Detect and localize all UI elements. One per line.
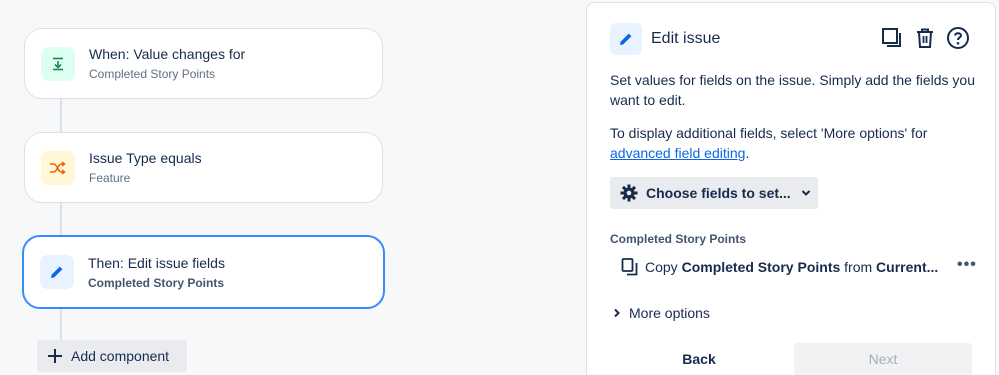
condition-title: Issue Type equals	[89, 150, 202, 166]
trigger-card[interactable]: When: Value changes for Completed Story …	[24, 28, 383, 99]
field-value-text: Copy Completed Story Points from Current…	[645, 259, 945, 275]
advanced-field-editing-link[interactable]: advanced field editing	[610, 145, 745, 161]
field-name: Completed Story Points	[681, 259, 841, 275]
action-subtitle: Completed Story Points	[88, 275, 225, 290]
action-card[interactable]: Then: Edit issue fields Completed Story …	[22, 235, 385, 309]
field-value-row[interactable]: Copy Completed Story Points from Current…	[621, 256, 981, 278]
panel-description-more: To display additional fields, select 'Mo…	[610, 123, 980, 163]
condition-card[interactable]: Issue Type equals Feature	[24, 132, 383, 203]
more-actions-icon[interactable]: •••	[957, 256, 977, 274]
connector-line	[60, 203, 62, 236]
trigger-title: When: Value changes for	[89, 46, 246, 62]
panel-description: Set values for fields on the issue. Simp…	[610, 72, 975, 108]
trigger-subtitle: Completed Story Points	[89, 67, 216, 81]
field-verb: Copy	[645, 259, 678, 275]
description-suffix: .	[745, 145, 750, 161]
field-label: Completed Story Points	[610, 232, 747, 246]
choose-fields-button[interactable]: Choose fields to set...	[610, 177, 818, 209]
chevron-right-icon	[613, 308, 621, 318]
trash-icon[interactable]	[913, 26, 937, 50]
shuffle-icon	[41, 150, 75, 185]
back-button[interactable]: Back	[610, 343, 788, 375]
more-options-toggle[interactable]: More options	[613, 305, 710, 321]
plus-icon	[47, 348, 63, 364]
copy-icon	[621, 258, 639, 276]
rule-canvas: When: Value changes for Completed Story …	[0, 0, 586, 375]
add-component-button[interactable]: Add component	[37, 340, 187, 372]
gear-icon	[620, 184, 638, 202]
field-change-icon	[41, 46, 75, 81]
connector-line	[60, 98, 62, 132]
copy-icon[interactable]	[880, 26, 904, 50]
description-text: To display additional fields, select 'Mo…	[610, 125, 928, 141]
chevron-down-icon	[801, 189, 811, 197]
pencil-icon	[610, 23, 642, 55]
pencil-icon	[40, 255, 74, 289]
connector-line	[60, 308, 62, 341]
field-source: Current...	[876, 259, 939, 275]
add-component-label: Add component	[71, 348, 170, 364]
field-from: from	[844, 259, 873, 275]
help-icon[interactable]	[946, 26, 970, 50]
next-button[interactable]: Next	[794, 343, 972, 375]
more-options-label: More options	[629, 305, 710, 321]
panel-title: Edit issue	[651, 30, 721, 47]
choose-fields-label: Choose fields to set...	[646, 185, 791, 201]
action-title: Then: Edit issue fields	[88, 254, 225, 271]
condition-subtitle: Feature	[89, 171, 131, 185]
edit-issue-panel: Edit issue Set values for fields on the …	[586, 2, 996, 375]
